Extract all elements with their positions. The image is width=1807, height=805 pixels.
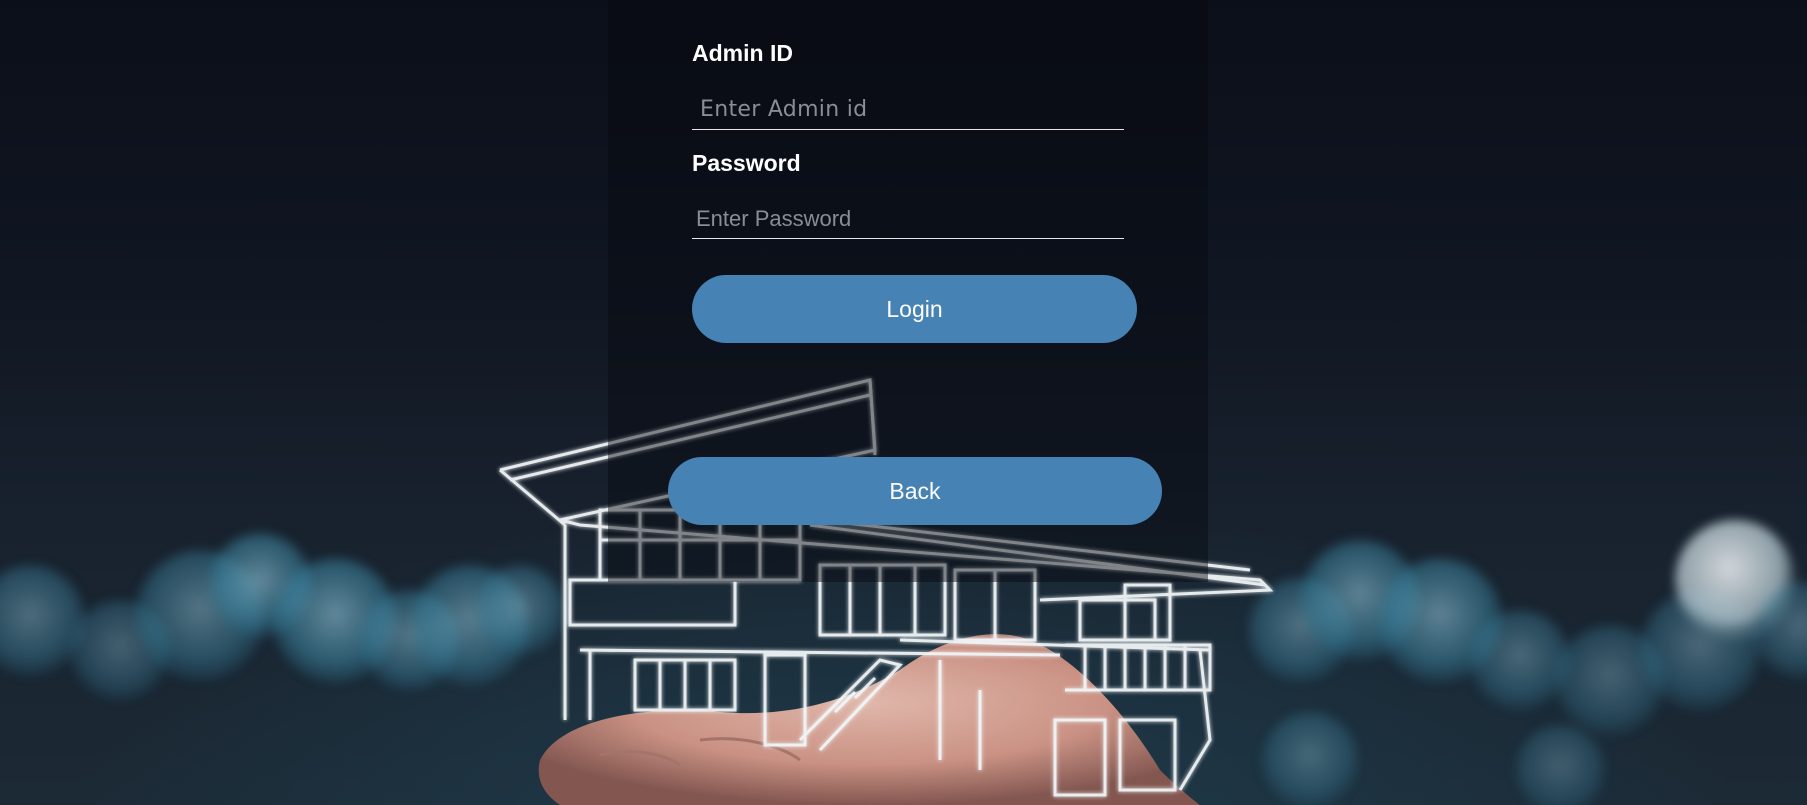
admin-id-label: Admin ID [692, 40, 793, 66]
login-page: Admin ID Password Login Back [0, 0, 1807, 805]
admin-id-input[interactable] [692, 90, 1124, 130]
password-input[interactable] [692, 199, 1124, 239]
password-label: Password [692, 150, 801, 176]
login-button[interactable]: Login [692, 275, 1137, 343]
back-button[interactable]: Back [668, 457, 1162, 525]
